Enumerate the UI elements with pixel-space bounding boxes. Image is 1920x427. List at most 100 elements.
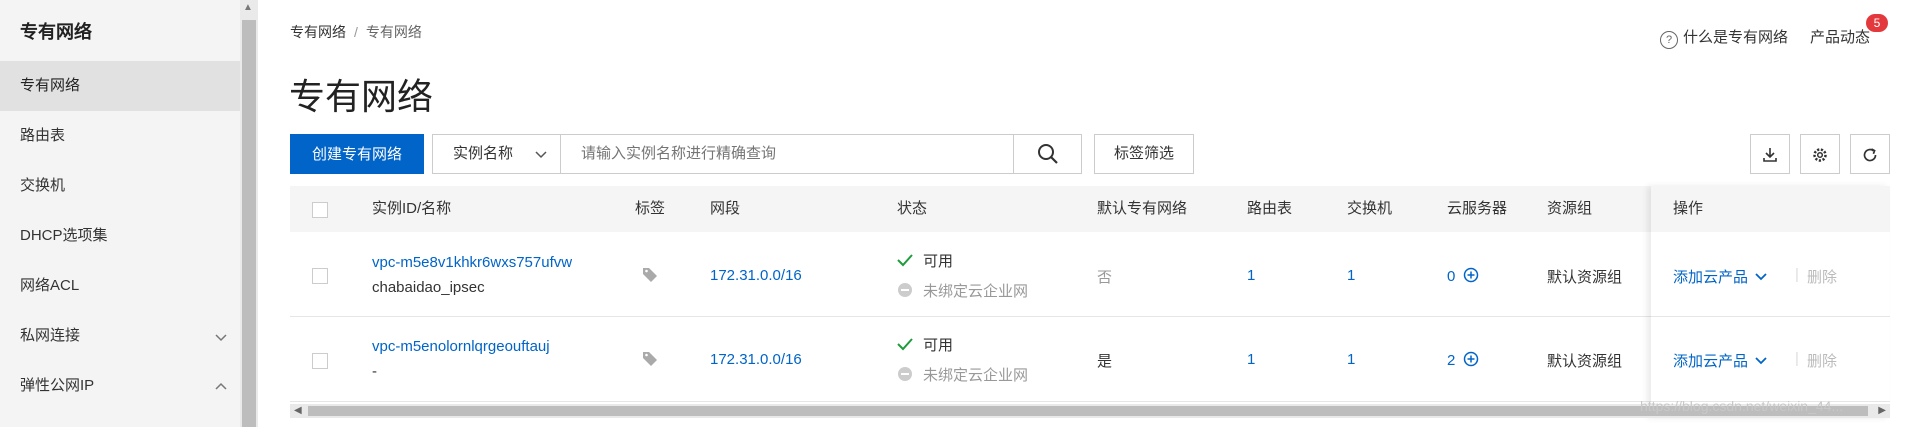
add-product-label: 添加云产品 (1673, 269, 1749, 286)
row-checkbox[interactable] (312, 353, 328, 369)
notification-badge: 5 (1866, 14, 1888, 32)
scrollbar-thumb[interactable] (242, 20, 256, 427)
column-header-resource-group: 资源组 (1547, 200, 1593, 217)
refresh-icon (1863, 148, 1877, 162)
sidebar-item-acl[interactable]: 网络ACL (0, 261, 240, 311)
search-button[interactable] (1013, 135, 1081, 173)
plus-circle-icon[interactable] (1463, 267, 1479, 283)
column-header-cidr: 网段 (710, 200, 741, 217)
cidr-link[interactable]: 172.31.0.0/16 (710, 267, 802, 284)
sidebar-item-dhcp[interactable]: DHCP选项集 (0, 211, 240, 261)
chevron-down-icon (1755, 357, 1767, 365)
delete-link[interactable]: 删除 (1807, 266, 1837, 287)
sidebar-item-label: 路由表 (20, 127, 66, 144)
column-header-actions: 操作 (1673, 200, 1704, 217)
column-header-status: 状态 (897, 200, 928, 217)
sidebar-item-vpc[interactable]: 专有网络 (0, 61, 240, 111)
sidebar-item-eip[interactable]: 弹性公网IP (0, 361, 240, 411)
instance-name: - (372, 363, 377, 380)
vswitch-count[interactable]: 1 (1347, 267, 1355, 284)
ecs-count[interactable]: 2 (1447, 351, 1479, 369)
search-field-label: 实例名称 (453, 145, 514, 162)
sidebar-item-private-link[interactable]: 私网连接 (0, 311, 240, 361)
column-header-route-table: 路由表 (1247, 200, 1293, 217)
sidebar: 专有网络 专有网络 路由表 交换机 DHCP选项集 网络ACL 私网连接 弹性公… (0, 0, 240, 427)
delete-link[interactable]: 删除 (1807, 350, 1837, 371)
product-news-label: 产品动态 (1810, 29, 1871, 46)
instance-id-link[interactable]: vpc-m5e8v1khkr6wxs757ufvw (372, 254, 572, 271)
check-icon (897, 338, 913, 351)
instance-id-link[interactable]: vpc-m5enolornlqrgeouftauj (372, 338, 550, 355)
row-checkbox[interactable] (312, 268, 328, 284)
search-input[interactable] (561, 135, 1013, 173)
scroll-right-icon[interactable]: ▶ (1878, 404, 1886, 418)
sidebar-item-label: 交换机 (20, 177, 66, 194)
resource-group: 默认资源组 (1547, 269, 1623, 286)
cen-status: 未绑定云企业网 (897, 280, 1028, 301)
search-field-select[interactable]: 实例名称 (433, 135, 561, 173)
cen-status-label: 未绑定云企业网 (923, 367, 1029, 384)
select-all-checkbox[interactable] (312, 202, 328, 218)
sidebar-item-label: DHCP选项集 (20, 227, 108, 244)
help-link-label: 什么是专有网络 (1683, 29, 1789, 46)
breadcrumb-current: 专有网络 (365, 24, 422, 40)
column-header-ecs: 云服务器 (1447, 200, 1508, 217)
minus-circle-icon (898, 283, 912, 297)
scroll-left-icon[interactable]: ◀ (294, 404, 302, 418)
scroll-up-icon[interactable]: ▲ (243, 2, 253, 13)
route-table-count[interactable]: 1 (1247, 351, 1255, 368)
sidebar-item-label: 专有网络 (20, 77, 81, 94)
sidebar-item-label: 网络ACL (20, 277, 80, 294)
sidebar-item-vswitch[interactable]: 交换机 (0, 161, 240, 211)
table-row: vpc-m5e8v1khkr6wxs757ufvw chabaidao_ipse… (290, 232, 1890, 317)
breadcrumb-separator: / (354, 24, 358, 40)
ecs-count-value: 2 (1447, 352, 1456, 369)
cidr-link[interactable]: 172.31.0.0/16 (710, 351, 802, 368)
product-news-link[interactable]: 产品动态 (1810, 26, 1870, 47)
instance-name: chabaidao_ipsec (372, 279, 485, 296)
tag-filter-button[interactable]: 标签筛选 (1094, 134, 1194, 174)
delete-divider: | (1795, 350, 1799, 367)
help-link[interactable]: ? 什么是专有网络 (1660, 26, 1788, 49)
column-header-vswitch: 交换机 (1347, 200, 1393, 217)
table-header: 实例ID/名称 标签 网段 状态 默认专有网络 路由表 交换机 云服务器 资源组… (290, 186, 1890, 233)
chevron-down-icon (534, 135, 548, 173)
watermark: https://blog.csdn.net/weixin_44... (1640, 398, 1844, 414)
vswitch-count[interactable]: 1 (1347, 351, 1355, 368)
add-product-label: 添加云产品 (1673, 353, 1749, 370)
sidebar-title: 专有网络 (20, 22, 92, 42)
column-header-id: 实例ID/名称 (372, 200, 452, 217)
tag-icon[interactable] (642, 350, 658, 370)
settings-button[interactable] (1800, 134, 1840, 174)
add-product-dropdown[interactable]: 添加云产品 (1673, 350, 1768, 371)
check-icon (897, 254, 913, 267)
gear-icon (1813, 148, 1827, 162)
column-header-tag: 标签 (635, 200, 666, 217)
download-button[interactable] (1750, 134, 1790, 174)
sidebar-item-label: 私网连接 (20, 327, 81, 344)
default-vpc: 否 (1097, 269, 1113, 286)
plus-circle-icon[interactable] (1463, 351, 1479, 367)
chevron-down-icon (1755, 273, 1767, 281)
scrollbar-thumb[interactable] (308, 406, 1868, 416)
add-product-dropdown[interactable]: 添加云产品 (1673, 266, 1768, 287)
status-label: 可用 (923, 337, 954, 354)
sidebar-item-label: 弹性公网IP (20, 377, 95, 394)
status: 可用 (897, 250, 953, 271)
search-group: 实例名称 (432, 134, 1082, 174)
create-vpc-button[interactable]: 创建专有网络 (290, 134, 424, 174)
sidebar-item-route-table[interactable]: 路由表 (0, 111, 240, 161)
status-label: 可用 (923, 253, 954, 270)
minus-circle-icon (898, 367, 912, 381)
ecs-count[interactable]: 0 (1447, 267, 1479, 285)
breadcrumb-root[interactable]: 专有网络 (290, 24, 346, 40)
refresh-button[interactable] (1850, 134, 1890, 174)
download-icon (1763, 147, 1777, 162)
cen-status: 未绑定云企业网 (897, 364, 1028, 385)
sidebar-scrollbar[interactable]: ▲ (240, 0, 258, 427)
route-table-count[interactable]: 1 (1247, 267, 1255, 284)
status: 可用 (897, 334, 953, 355)
default-vpc: 是 (1097, 353, 1113, 370)
chevron-down-icon (214, 311, 228, 361)
tag-icon[interactable] (642, 266, 658, 286)
